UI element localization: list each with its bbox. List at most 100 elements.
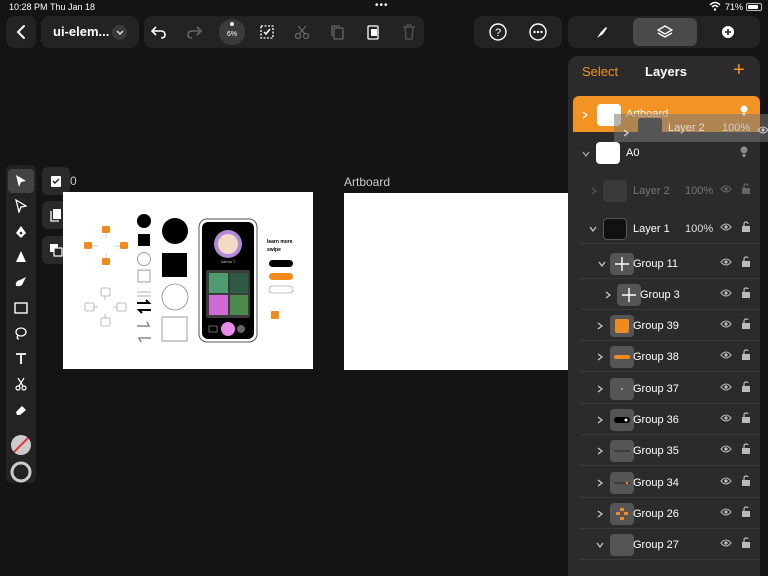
stroke-swatch-icon[interactable]	[9, 460, 33, 484]
row-divider	[580, 309, 760, 310]
cut-icon[interactable]	[290, 20, 314, 44]
chevron-right-icon[interactable]	[596, 478, 604, 487]
help-icon[interactable]: ?	[486, 20, 510, 44]
add-circle-icon[interactable]	[716, 20, 740, 44]
layer-row-group[interactable]: Group 3	[568, 280, 760, 310]
eye-icon[interactable]	[720, 507, 732, 519]
scissors-tool-icon[interactable]	[9, 372, 33, 396]
paint-brush-icon[interactable]	[9, 270, 33, 294]
redo-icon[interactable]	[182, 20, 206, 44]
chevron-down-icon[interactable]	[598, 259, 606, 267]
artboard-empty[interactable]	[344, 193, 568, 370]
wifi-icon	[709, 1, 721, 13]
unlock-icon[interactable]	[741, 349, 752, 361]
eye-icon[interactable]	[720, 476, 732, 488]
artboard-content-illustration	[84, 214, 294, 343]
layer-row-group[interactable]: Group 37	[568, 374, 760, 404]
status-date: Thu Jan 18	[50, 2, 96, 12]
chevron-right-icon[interactable]	[590, 186, 598, 195]
unlock-icon[interactable]	[741, 475, 752, 487]
unlock-icon[interactable]	[741, 287, 752, 299]
undo-icon[interactable]	[147, 20, 171, 44]
document-title[interactable]: ui-elem...	[53, 24, 109, 39]
eye-icon[interactable]	[720, 257, 732, 269]
chevron-right-icon[interactable]	[596, 352, 604, 361]
vector-brush-icon[interactable]	[9, 245, 33, 269]
chevron-right-icon[interactable]	[596, 415, 604, 424]
chevron-right-icon[interactable]	[596, 384, 604, 393]
delete-icon[interactable]	[397, 20, 421, 44]
unlock-icon[interactable]	[741, 256, 752, 268]
eye-icon[interactable]	[720, 288, 732, 300]
style-brush-icon[interactable]	[589, 20, 613, 44]
layer-row-group[interactable]: Group 39	[568, 311, 760, 341]
fill-none-swatch-icon[interactable]	[9, 433, 33, 457]
layer-row-group[interactable]: Group 38	[568, 342, 760, 372]
row-divider	[580, 497, 760, 498]
chevron-right-icon[interactable]	[581, 110, 589, 119]
selection-check-icon[interactable]	[255, 20, 279, 44]
more-options-icon[interactable]	[526, 20, 550, 44]
eye-icon[interactable]	[720, 184, 732, 196]
layer-row-a0[interactable]: A0	[568, 138, 760, 168]
add-layer-button[interactable]: +	[733, 59, 745, 82]
eraser-tool-icon[interactable]	[9, 398, 33, 422]
artboard-ui-elements[interactable]: learn more swipe Alexia T.	[63, 192, 313, 369]
eye-icon[interactable]	[720, 350, 732, 362]
layer-row-group[interactable]: Group 26	[568, 499, 760, 529]
chevron-right-icon[interactable]	[596, 446, 604, 455]
pen-tool-icon[interactable]	[9, 220, 33, 244]
layer-row-layer-1[interactable]: Layer 1 100%	[568, 214, 760, 244]
chevron-right-icon[interactable]	[596, 509, 604, 518]
eye-icon[interactable]	[720, 444, 732, 456]
layer-name: Group 3	[640, 289, 680, 301]
layer-row-group[interactable]: Group 27	[568, 530, 760, 560]
copy-icon[interactable]	[325, 20, 349, 44]
clipboard-button[interactable]	[42, 167, 70, 195]
chevron-down-icon[interactable]	[596, 540, 604, 548]
lock-icon[interactable]	[741, 183, 752, 195]
eye-icon[interactable]	[720, 222, 732, 234]
layer-thumbnail	[610, 346, 634, 368]
layer-row-group[interactable]: Group 36	[568, 405, 760, 435]
chevron-right-icon[interactable]	[596, 321, 604, 330]
battery-percent: 71%	[725, 2, 744, 12]
multitask-dots-icon[interactable]: •••	[375, 0, 389, 11]
zoom-control[interactable]: 6%	[219, 19, 245, 45]
layer-opacity: 100%	[685, 223, 714, 235]
text-tool-icon[interactable]	[9, 347, 33, 371]
eye-icon[interactable]	[720, 413, 732, 425]
chevron-down-icon[interactable]	[582, 149, 590, 157]
select-arrow-icon[interactable]	[9, 169, 33, 193]
unlock-icon[interactable]	[741, 506, 752, 518]
unlock-icon[interactable]	[741, 412, 752, 424]
eye-icon[interactable]	[720, 538, 732, 550]
chevron-down-icon[interactable]	[112, 25, 127, 40]
unlock-icon[interactable]	[741, 537, 752, 549]
lock-icon[interactable]	[741, 221, 752, 233]
unlock-icon[interactable]	[741, 443, 752, 455]
lasso-tool-icon[interactable]	[9, 321, 33, 345]
eye-icon[interactable]	[720, 382, 732, 394]
rectangle-tool-icon[interactable]	[9, 296, 33, 320]
layer-row-group[interactable]: Group 11	[568, 249, 760, 279]
unlock-icon[interactable]	[741, 318, 752, 330]
layer-row-group[interactable]: Group 35	[568, 436, 760, 466]
zoom-level: 6%	[226, 31, 238, 38]
direct-select-icon[interactable]	[9, 194, 33, 218]
layer-row-group[interactable]: Group 34	[568, 468, 760, 498]
row-divider	[580, 434, 760, 435]
eye-icon[interactable]	[720, 319, 732, 331]
layer-thumbnail	[610, 378, 634, 400]
chevron-down-icon[interactable]	[589, 224, 597, 232]
unlock-icon[interactable]	[741, 381, 752, 393]
select-button[interactable]: Select	[582, 64, 618, 79]
chevron-right-icon[interactable]	[604, 290, 612, 299]
layers-icon[interactable]	[653, 20, 677, 44]
back-button[interactable]	[6, 16, 36, 48]
paste-icon[interactable]	[361, 20, 385, 44]
layer-row-layer-2[interactable]: Layer 2 100%	[568, 176, 760, 206]
layer-thumbnail	[610, 503, 634, 525]
layer-name: Layer 1	[633, 223, 670, 235]
status-time: 10:28 PM	[9, 2, 48, 12]
